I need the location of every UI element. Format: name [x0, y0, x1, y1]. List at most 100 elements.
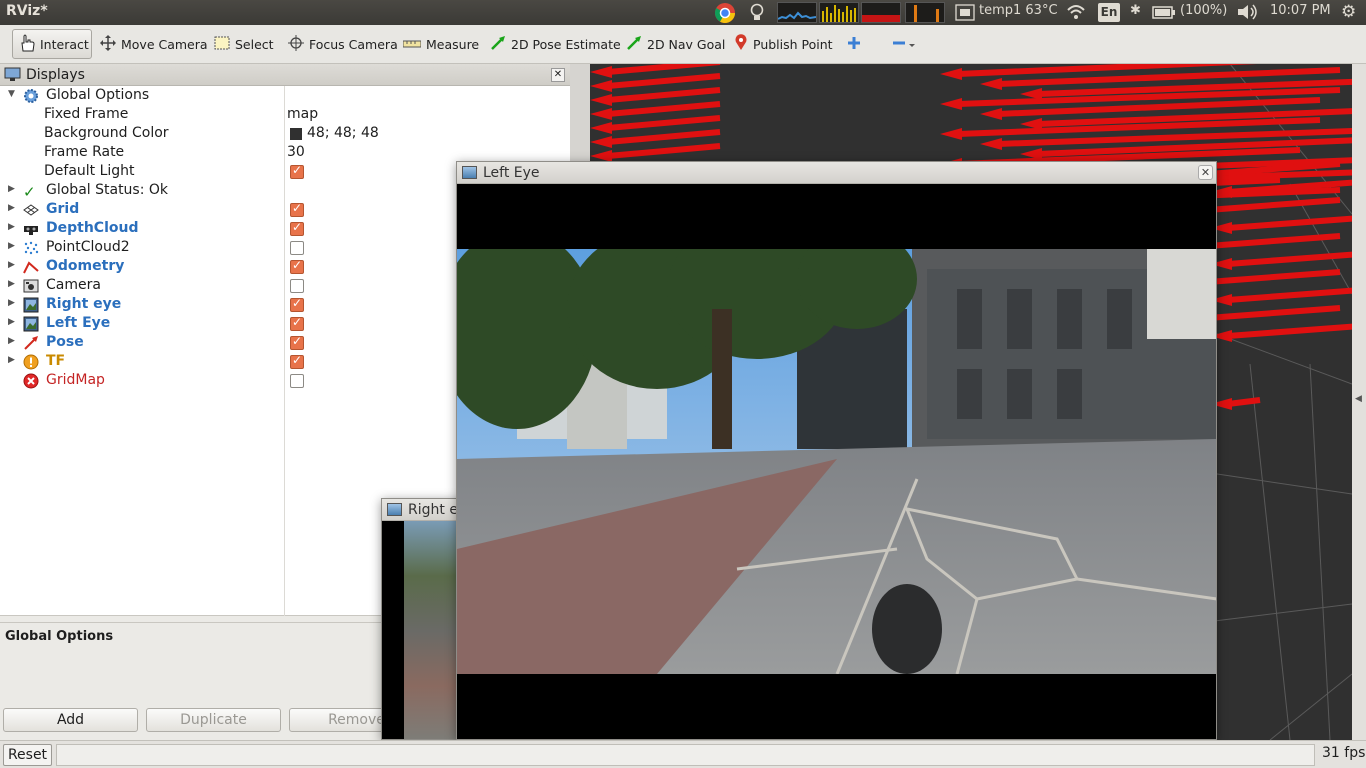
color-swatch[interactable] — [290, 128, 302, 140]
measure-tool[interactable]: Measure — [397, 29, 485, 59]
tree-label: PointCloud2 — [46, 239, 130, 255]
checkbox[interactable] — [290, 258, 304, 274]
expand-arrow-icon[interactable]: ▶ — [8, 203, 15, 213]
collapse-arrow-icon[interactable]: ▼ — [8, 89, 15, 99]
checkbox[interactable] — [290, 241, 304, 255]
duplicate-button[interactable]: Duplicate — [146, 708, 281, 732]
property-value[interactable]: 30 — [287, 144, 305, 160]
status-field — [56, 744, 1315, 766]
cpu-icon — [955, 4, 975, 23]
arrow-head — [590, 122, 612, 134]
checkbox[interactable] — [290, 279, 304, 293]
focus-camera-icon — [288, 34, 304, 54]
left-eye-window[interactable]: Left Eye ✕ — [456, 161, 1217, 740]
arrow-shaft — [607, 87, 721, 103]
checkbox[interactable] — [290, 163, 304, 179]
focus-camera-tool[interactable]: Focus Camera — [282, 29, 404, 59]
interact-label: Interact — [40, 36, 89, 52]
expand-arrow-icon[interactable]: ▶ — [8, 279, 15, 289]
side-panel-handle[interactable]: ◀ — [1352, 64, 1366, 740]
checkbox[interactable] — [290, 201, 304, 217]
tree-label: Left Eye — [46, 315, 111, 331]
error-icon — [23, 373, 39, 389]
checkbox[interactable] — [290, 353, 304, 369]
arrow-head — [590, 94, 612, 106]
tree-label: Global Status: Ok — [46, 182, 169, 198]
close-icon[interactable]: ✕ — [551, 68, 565, 82]
expand-arrow-icon[interactable]: ▶ — [8, 241, 15, 251]
volume-icon[interactable] — [1237, 4, 1259, 23]
arrow-head — [980, 138, 1002, 150]
interact-tool[interactable]: Interact — [12, 29, 92, 59]
wifi-icon[interactable] — [1066, 4, 1086, 23]
window-title-bar[interactable]: Left Eye ✕ — [457, 162, 1216, 184]
arrow-head — [940, 128, 962, 140]
load-graph — [905, 2, 945, 23]
move-camera-tool[interactable]: Move Camera — [94, 29, 214, 59]
checkbox[interactable] — [290, 296, 304, 312]
arrow-shaft — [1227, 215, 1352, 231]
reset-button[interactable]: Reset — [3, 744, 52, 766]
nav-goal-tool[interactable]: 2D Nav Goal — [620, 29, 731, 59]
tool-bar: Interact Move Camera Select Focus Camera… — [0, 25, 1366, 64]
property-value[interactable]: 48; 48; 48 — [307, 125, 379, 141]
move-camera-label: Move Camera — [121, 36, 208, 52]
keyboard-layout[interactable]: En — [1098, 3, 1120, 22]
property-label: Frame Rate — [44, 144, 125, 160]
select-tool[interactable]: Select — [208, 29, 280, 59]
tree-row-background-color[interactable]: Background Color 48; 48; 48 — [0, 125, 570, 144]
tree-label: Odometry — [46, 258, 125, 274]
fps-counter: 31 fps — [1322, 745, 1366, 761]
map-pin-icon — [734, 34, 748, 54]
pose-estimate-tool[interactable]: 2D Pose Estimate — [484, 29, 627, 59]
description-title: Global Options — [5, 629, 114, 644]
tree-row-global-options[interactable]: ▼ Global Options — [0, 87, 570, 106]
expand-arrow-icon[interactable]: ▶ — [8, 336, 15, 346]
pose-arrow-icon — [23, 335, 39, 351]
image-icon — [462, 166, 477, 179]
image-icon — [23, 297, 39, 313]
window-title: Left Eye — [483, 165, 540, 181]
add-button[interactable]: Add — [3, 708, 138, 732]
plus-icon — [847, 36, 861, 53]
expand-arrow-icon[interactable]: ▶ — [8, 298, 15, 308]
arrow-shaft — [1207, 233, 1341, 249]
expand-arrow-icon[interactable]: ▶ — [8, 260, 15, 270]
tree-label: Pose — [46, 334, 84, 350]
expand-arrow-icon[interactable]: ▶ — [8, 317, 15, 327]
image-icon — [23, 316, 39, 332]
select-icon — [214, 36, 230, 53]
collapse-arrow-icon[interactable]: ◀ — [1355, 394, 1362, 404]
gear-icon[interactable]: ⚙ — [1341, 2, 1356, 22]
expand-arrow-icon[interactable]: ▶ — [8, 184, 15, 194]
add-tool-button[interactable] — [841, 29, 867, 59]
chrome-icon[interactable] — [714, 2, 736, 23]
property-value[interactable]: map — [287, 106, 318, 122]
move-camera-icon — [100, 34, 116, 54]
checkbox[interactable] — [290, 220, 304, 236]
pose-estimate-label: 2D Pose Estimate — [511, 36, 621, 52]
battery-percent: (100%) — [1180, 3, 1228, 18]
battery-icon[interactable] — [1152, 6, 1176, 25]
arrow-head — [590, 80, 612, 92]
expand-arrow-icon[interactable]: ▶ — [8, 222, 15, 232]
temperature-indicator[interactable]: temp1 63°C — [979, 3, 1058, 22]
top-panel: RViz* temp1 63°C En ✱ (100%) 10:07 PM ⚙ — [0, 0, 1366, 25]
checkbox[interactable] — [290, 315, 304, 331]
checkbox[interactable] — [290, 334, 304, 350]
remove-tool-button[interactable] — [886, 29, 922, 59]
hand-icon — [19, 34, 35, 55]
lightbulb-icon[interactable] — [749, 3, 765, 22]
publish-point-tool[interactable]: Publish Point — [728, 29, 839, 59]
close-icon[interactable]: ✕ — [1198, 165, 1213, 180]
expand-arrow-icon[interactable]: ▶ — [8, 355, 15, 365]
column-divider[interactable] — [284, 86, 285, 616]
arrow-shaft — [1227, 323, 1352, 339]
clock[interactable]: 10:07 PM — [1270, 3, 1331, 22]
property-label: Background Color — [44, 125, 169, 141]
checkbox[interactable] — [290, 374, 304, 388]
property-label: Fixed Frame — [44, 106, 129, 122]
tree-row-fixed-frame[interactable]: Fixed Frame map — [0, 106, 570, 125]
bluetooth-icon[interactable]: ✱ — [1130, 3, 1141, 22]
arrow-shaft — [607, 115, 721, 131]
